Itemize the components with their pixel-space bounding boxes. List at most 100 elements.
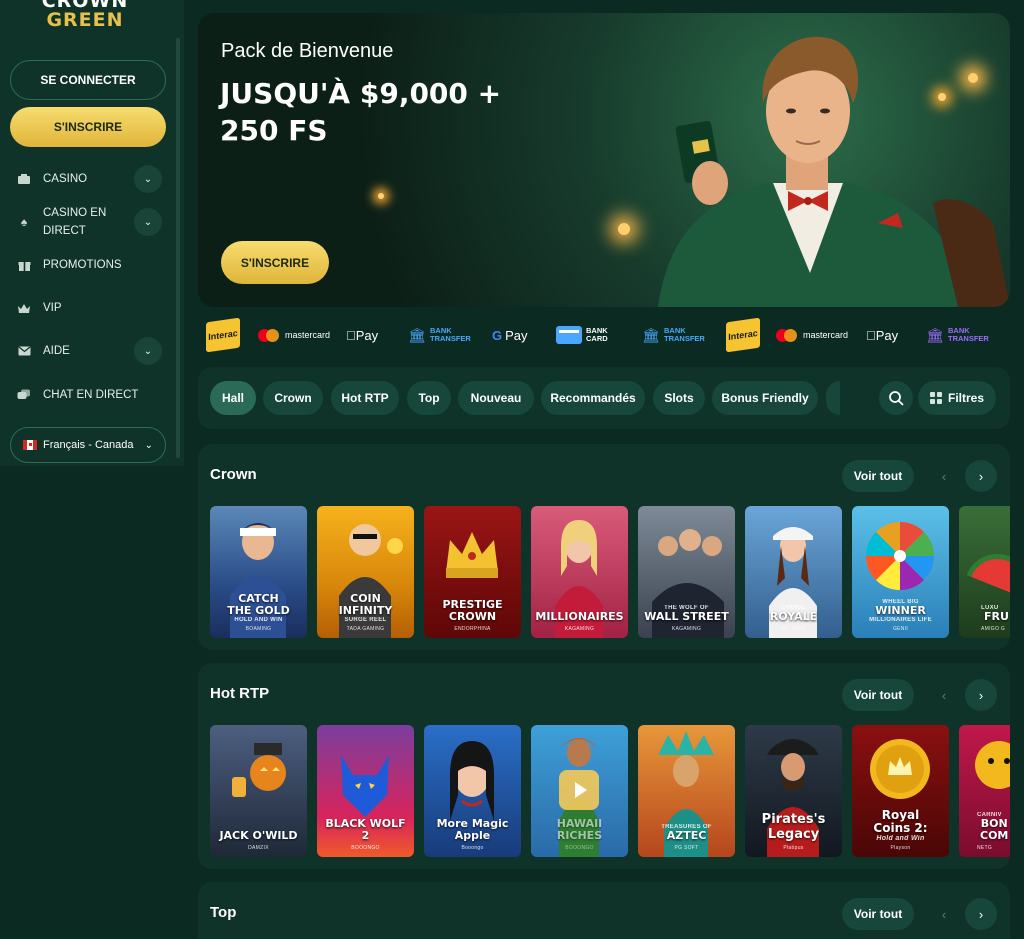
game-card[interactable]: WHEEL BIG WINNER MILLIONAIRES LIFE GENII (852, 506, 949, 638)
game-provider: PG SOFT (674, 845, 699, 851)
sidebar-item-promotions[interactable]: PROMOTIONS (16, 256, 162, 274)
chip-slots[interactable]: Slots (653, 381, 705, 415)
game-card[interactable]: JACK O'WILD DAMZIX (210, 725, 307, 857)
game-title: WALL STREET (644, 610, 729, 623)
logo-line2: GREEN (46, 9, 124, 31)
game-card[interactable]: Royal Coins 2: Hold and Win Playson (852, 725, 949, 857)
game-provider: NETG (977, 845, 993, 851)
next-arrow-icon[interactable]: › (965, 679, 997, 711)
section-hot-rtp: Hot RTP Voir tout ‹ › JACK O'WILD DAMZIX… (198, 663, 1010, 869)
game-card[interactable]: BLACK WOLF 2 BOOONGO (317, 725, 414, 857)
game-title: BON COM (980, 817, 1009, 842)
mastercard-icon (776, 328, 797, 342)
game-provider: AMIGO G (981, 626, 1006, 632)
sidebar: CROWN GREEN SE CONNECTER S'INSCRIRE CASI… (0, 0, 184, 466)
sidebar-footer-area (0, 466, 184, 939)
game-subtitle: MILLIONAIRES LIFE (869, 617, 932, 623)
mastercard-logo: mastercard (258, 318, 330, 352)
sidebar-scrollbar[interactable] (176, 38, 180, 458)
search-button[interactable] (879, 381, 913, 415)
game-title: Royal Coins 2: (873, 808, 928, 835)
gift-icon (16, 257, 32, 273)
see-all-button[interactable]: Voir tout (842, 679, 914, 711)
chevron-down-icon[interactable]: ⌄ (134, 337, 162, 365)
game-provider: ENDORPHINA (454, 626, 491, 632)
game-provider: KAGAMING (564, 626, 595, 632)
game-card[interactable]: THE WOLF OF WALL STREET KAGAMING (638, 506, 735, 638)
chip-overflow[interactable] (826, 381, 840, 415)
signup-button[interactable]: S'INSCRIRE (10, 107, 166, 147)
interac-logo: Interac (206, 317, 240, 353)
hero-signup-button[interactable]: S'INSCRIRE (221, 241, 329, 284)
chat-icon (16, 387, 32, 403)
filters-button[interactable]: Filtres (918, 381, 996, 415)
login-button[interactable]: SE CONNECTER (10, 60, 166, 100)
game-subtitle: Hold and Win (876, 835, 925, 842)
interac-logo: Interac (726, 317, 760, 353)
next-arrow-icon[interactable]: › (965, 898, 997, 930)
game-provider: BOAMING (245, 626, 272, 632)
language-selector[interactable]: Français - Canada ⌄ (10, 427, 166, 463)
game-title: JACK O'WILD (219, 829, 298, 842)
game-provider: BOOONGO (565, 845, 594, 851)
game-card[interactable]: Pirates's Legacy Platipus (745, 725, 842, 857)
game-card[interactable]: TREASURES OF AZTEC PG SOFT (638, 725, 735, 857)
crowngreen-logo[interactable]: CROWN GREEN (30, 0, 140, 32)
game-card[interactable]: CRUISE ROYALE PG SOFT (745, 506, 842, 638)
game-card[interactable]: MILLIONAIRES KAGAMING (531, 506, 628, 638)
filters-label: Filtres (947, 391, 984, 405)
language-label: Français - Canada (43, 439, 134, 451)
game-title: COIN INFINITY (338, 592, 393, 617)
apple-icon:  (866, 328, 876, 343)
chip-recommandes[interactable]: Recommandés (541, 381, 645, 415)
game-provider: KAGAMING (671, 626, 702, 632)
sidebar-item-label: PROMOTIONS (43, 259, 122, 271)
game-carousel: JACK O'WILD DAMZIX BLACK WOLF 2 BOOONGO … (210, 725, 1010, 857)
game-title: ROYALE (769, 610, 818, 623)
play-icon[interactable] (559, 770, 599, 810)
game-card[interactable]: CATCH THE GOLD HOLD AND WIN BOAMING (210, 506, 307, 638)
game-subtitle: HOLD AND WIN (234, 617, 283, 623)
apple-pay-logo: Pay (866, 327, 898, 343)
see-all-button[interactable]: Voir tout (842, 898, 914, 930)
sidebar-item-label: VIP (43, 302, 62, 314)
section-title: Crown (210, 466, 257, 483)
mastercard-logo: mastercard (776, 318, 848, 352)
sidebar-item-aide[interactable]: AIDE ⌄ (16, 337, 162, 365)
google-icon: G (492, 327, 503, 343)
chip-top[interactable]: Top (407, 381, 451, 415)
chip-bonus-friendly[interactable]: Bonus Friendly (712, 381, 818, 415)
game-card[interactable]: More Magic Apple Booongo (424, 725, 521, 857)
chevron-down-icon[interactable]: ⌄ (134, 208, 162, 236)
sidebar-item-live-casino[interactable]: ♠ CASINO EN DIRECT ⌄ (16, 204, 162, 240)
game-provider: PG SOFT (781, 626, 806, 632)
welcome-banner[interactable]: Pack de Bienvenue JUSQU'À $9,000 + 250 F… (198, 13, 1010, 307)
game-card[interactable]: CARNIV BON COM NETG (959, 725, 1010, 857)
chip-crown[interactable]: Crown (263, 381, 323, 415)
game-card[interactable]: LUXU FRU AMIGO G (959, 506, 1010, 638)
chip-hall[interactable]: Hall (210, 381, 256, 415)
sidebar-item-casino[interactable]: CASINO ⌄ (16, 165, 162, 193)
game-provider: Booongo (461, 845, 484, 851)
chip-nouveau[interactable]: Nouveau (458, 381, 534, 415)
hero-title: JUSQU'À $9,000 + 250 FS (220, 77, 502, 147)
game-card[interactable]: COIN INFINITY SURGE REEL TADA GAMING (317, 506, 414, 638)
sidebar-item-chat[interactable]: CHAT EN DIRECT (16, 386, 162, 404)
bank-icon: 🏛 (642, 327, 660, 343)
sidebar-item-vip[interactable]: VIP (16, 299, 162, 317)
game-title: HAWAII RICHES (556, 817, 603, 842)
see-all-button[interactable]: Voir tout (842, 460, 914, 492)
next-arrow-icon[interactable]: › (965, 460, 997, 492)
game-title: MILLIONAIRES (535, 610, 624, 623)
game-card[interactable]: HAWAII RICHES BOOONGO (531, 725, 628, 857)
game-card[interactable]: PRESTIGE CROWN ENDORPHINA (424, 506, 521, 638)
section-title: Hot RTP (210, 685, 270, 702)
prev-arrow-icon[interactable]: ‹ (928, 679, 960, 711)
game-provider: TADA GAMING (346, 626, 385, 632)
chip-hot-rtp[interactable]: Hot RTP (331, 381, 399, 415)
category-filter-bar: Hall Crown Hot RTP Top Nouveau Recommand… (198, 367, 1010, 429)
chevron-down-icon[interactable]: ⌄ (134, 165, 162, 193)
prev-arrow-icon[interactable]: ‹ (928, 898, 960, 930)
apple-pay-logo: Pay (346, 327, 378, 343)
prev-arrow-icon[interactable]: ‹ (928, 460, 960, 492)
